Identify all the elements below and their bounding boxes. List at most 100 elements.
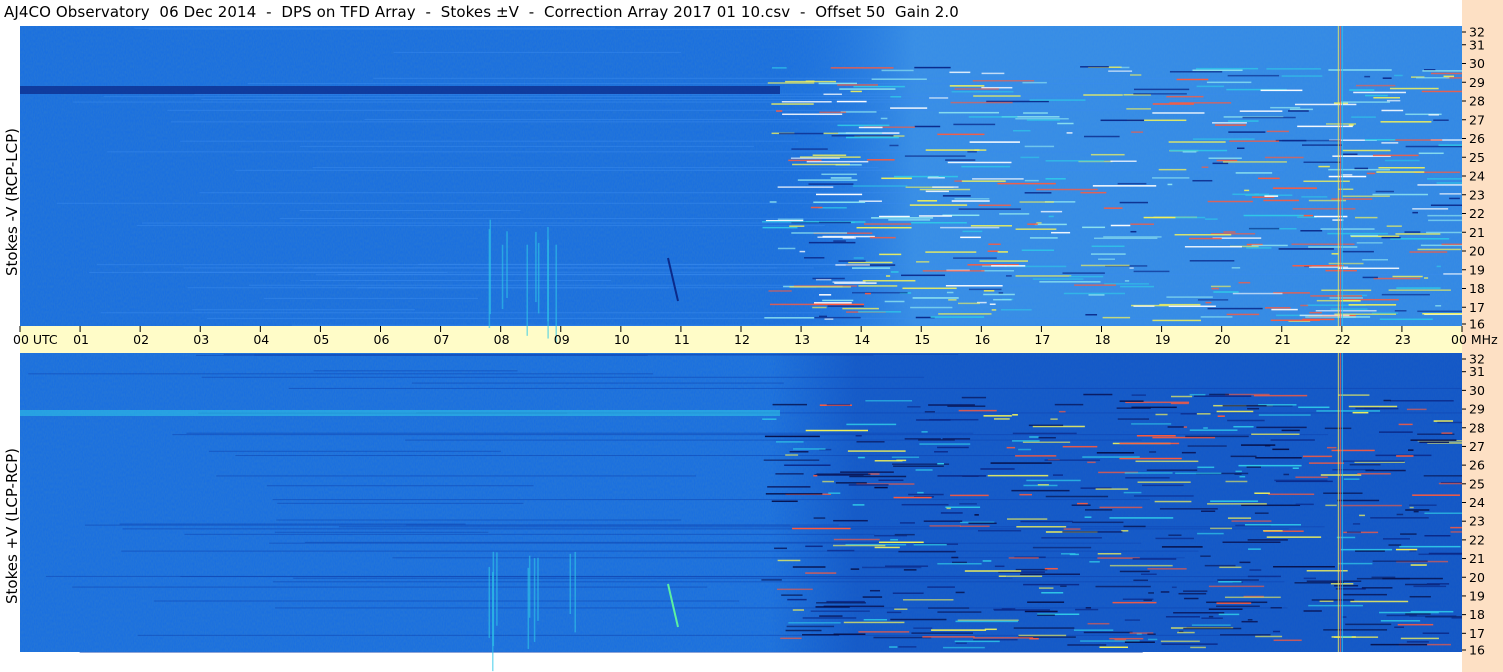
band-streak (45, 575, 971, 577)
signal-streak (1020, 156, 1040, 159)
signal-streak (1058, 410, 1066, 413)
signal-streak (1210, 285, 1231, 288)
signal-streak (812, 306, 827, 309)
freq-tick-label: 17 (1469, 626, 1485, 641)
signal-streak (1264, 195, 1279, 197)
signal-streak (982, 560, 992, 562)
signal-streak (1130, 230, 1137, 233)
signal-streak (991, 309, 997, 311)
signal-streak (1381, 236, 1401, 239)
signal-streak (1386, 99, 1401, 102)
time-tick-label: 12 (734, 332, 750, 347)
signal-streak (1239, 561, 1251, 564)
signal-streak (853, 257, 864, 259)
signal-streak (1022, 81, 1047, 84)
signal-streak (1400, 637, 1439, 640)
signal-streak (1428, 114, 1439, 116)
signal-streak (1095, 585, 1151, 588)
signal-streak (1196, 85, 1225, 88)
signal-streak (950, 494, 989, 497)
signal-streak (1238, 464, 1302, 467)
signal-streak (1119, 201, 1148, 204)
signal-streak (1054, 403, 1084, 406)
signal-streak (1235, 470, 1242, 473)
signal-streak (889, 144, 899, 147)
signal-streak (1417, 248, 1462, 251)
signal-streak (981, 270, 1014, 272)
signal-streak (878, 215, 910, 218)
signal-streak (925, 149, 980, 151)
signal-streak (1323, 629, 1388, 631)
freq-tick-label: 31 (1469, 364, 1485, 379)
signal-streak (1168, 305, 1216, 308)
signal-streak (1383, 399, 1391, 402)
signal-streak (945, 285, 1003, 287)
signal-streak (1241, 504, 1301, 507)
signal-streak (1348, 304, 1397, 306)
signal-streak (1109, 564, 1173, 567)
signal-streak (1044, 459, 1101, 461)
signal-streak (871, 217, 934, 219)
band-streak (121, 550, 1199, 552)
signal-streak (856, 226, 912, 229)
signal-streak (1410, 564, 1427, 566)
band-streak (195, 354, 648, 356)
signal-streak (1235, 172, 1273, 174)
signal-streak (802, 617, 857, 619)
signal-streak (937, 133, 985, 136)
signal-streak (974, 514, 979, 516)
signal-streak (1119, 570, 1150, 573)
signal-streak (1343, 593, 1387, 596)
signal-streak (1095, 488, 1129, 490)
burst-streak (533, 558, 536, 642)
signal-streak (838, 132, 883, 134)
signal-streak (1370, 643, 1428, 646)
signal-streak (1216, 410, 1254, 413)
signal-streak (1189, 260, 1235, 262)
signal-streak (1133, 579, 1149, 582)
signal-streak (1295, 503, 1314, 506)
signal-streak (1027, 223, 1038, 225)
signal-streak (1227, 74, 1280, 77)
signal-streak (921, 431, 928, 433)
signal-streak (1120, 285, 1154, 288)
signal-streak (1353, 91, 1406, 94)
signal-streak (1270, 106, 1301, 109)
signal-streak (1028, 424, 1064, 427)
band-streak (338, 526, 1325, 528)
signal-streak (1005, 275, 1012, 277)
signal-streak (874, 486, 888, 489)
signal-streak (928, 176, 939, 178)
signal-streak (1052, 474, 1063, 476)
signal-streak (1416, 76, 1450, 79)
signal-streak (782, 113, 843, 116)
signal-streak (1400, 533, 1417, 535)
freq-tick-label: 28 (1469, 94, 1485, 109)
signal-streak (1233, 425, 1254, 428)
signal-streak (1100, 119, 1145, 122)
signal-streak (973, 638, 1018, 641)
signal-streak (1032, 546, 1092, 549)
freq-tick-label: 25 (1469, 150, 1485, 165)
signal-streak (1125, 477, 1170, 479)
signal-streak (1024, 179, 1039, 182)
signal-streak (1096, 452, 1135, 454)
signal-streak (990, 462, 1052, 464)
signal-streak (819, 315, 827, 318)
signal-streak (914, 125, 941, 128)
signal-streak (945, 159, 976, 161)
signal-streak (1129, 267, 1134, 269)
signal-streak (1297, 216, 1317, 219)
signal-streak (1069, 553, 1079, 556)
signal-streak (1173, 612, 1225, 614)
signal-streak (893, 175, 958, 178)
signal-streak (824, 318, 834, 320)
signal-streak (774, 547, 787, 550)
signal-streak (955, 642, 967, 644)
signal-streak (1038, 587, 1054, 589)
band-streak (119, 523, 466, 525)
signal-streak (1412, 494, 1460, 496)
signal-streak (1247, 619, 1253, 621)
signal-streak (977, 529, 1022, 532)
signal-streak (1062, 445, 1098, 448)
